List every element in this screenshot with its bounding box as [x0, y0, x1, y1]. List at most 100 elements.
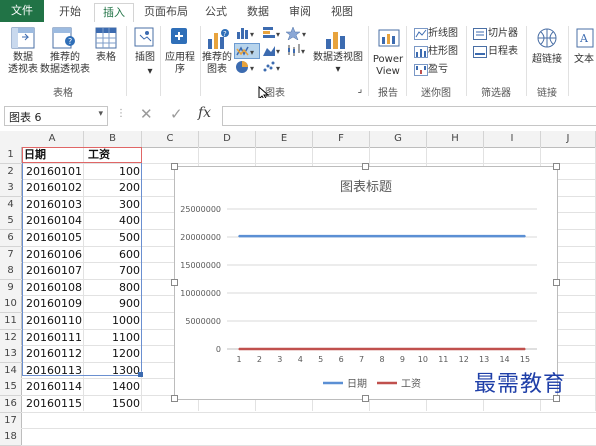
enter-icon[interactable]: ✓ [170, 105, 183, 123]
line-chart-icon[interactable]: ▾ [234, 43, 260, 59]
sparkline-winloss-button[interactable]: 盈亏 [428, 64, 462, 76]
column-header-c[interactable]: C [142, 131, 199, 148]
cancel-icon[interactable]: ✕ [140, 105, 153, 123]
select-all-corner[interactable] [0, 131, 22, 148]
stock-chart-icon[interactable]: ▾ [286, 43, 308, 60]
data-point [361, 348, 363, 350]
row-header-11[interactable]: 11 [0, 313, 22, 330]
tab-insert[interactable]: 插入 [94, 3, 134, 24]
tab-page-layout[interactable]: 页面布局 [140, 3, 192, 21]
name-box[interactable]: 图表 6 ▾ [4, 106, 108, 126]
tab-data[interactable]: 数据 [240, 3, 276, 21]
cell-a15[interactable]: 20160114 [22, 379, 82, 395]
data-point [299, 235, 301, 237]
recommended-pivot-button[interactable]: 推荐的数据透视表 [38, 52, 92, 76]
x-tick-label: 6 [339, 355, 344, 364]
data-point [504, 235, 506, 237]
pivot-chart-button[interactable]: 数据透视图 [310, 52, 366, 64]
row-header-13[interactable]: 13 [0, 346, 22, 363]
cell-b16[interactable]: 1500 [84, 396, 140, 412]
chart-resize-handle[interactable] [553, 163, 560, 170]
chart-resize-handle[interactable] [171, 163, 178, 170]
formula-input[interactable] [222, 106, 596, 126]
scatter-chart-icon[interactable]: ▾ [262, 60, 284, 77]
ribbon-separator [526, 26, 527, 96]
tab-formulas[interactable]: 公式 [198, 3, 234, 21]
x-tick-label: 8 [379, 355, 384, 364]
column-header-b[interactable]: B [84, 131, 142, 148]
text-button[interactable]: 文本 [572, 54, 596, 66]
hyperlink-button[interactable]: 超链接 [528, 54, 566, 66]
column-header-a[interactable]: A [21, 131, 84, 148]
area-chart-icon[interactable]: ▾ [262, 43, 284, 60]
chart-object[interactable]: 图表标题250000002000000015000000100000005000… [174, 166, 558, 400]
tab-review[interactable]: 审阅 [282, 3, 318, 21]
row-header-1[interactable]: 1 [0, 147, 22, 164]
data-point [340, 235, 342, 237]
pie-chart-icon[interactable]: ▾ [236, 60, 258, 77]
other-chart-icon[interactable]: ▾ [286, 26, 310, 43]
row-header-4[interactable]: 4 [0, 197, 22, 214]
timeline-icon [473, 46, 487, 61]
x-tick-label: 15 [520, 355, 530, 364]
apps-button[interactable]: 应用程序 [160, 52, 200, 76]
row-header-3[interactable]: 3 [0, 180, 22, 197]
apps-label-1: 应用程 [160, 52, 200, 64]
name-box-dropdown-icon[interactable]: ▾ [98, 109, 103, 119]
column-header-i[interactable]: I [484, 131, 541, 148]
tab-view[interactable]: 视图 [324, 3, 360, 21]
power-view-button[interactable]: PowerView [370, 54, 406, 78]
slicer-button[interactable]: 切片器 [488, 28, 522, 40]
chart-resize-handle[interactable] [171, 279, 178, 286]
dialog-launcher-icon[interactable]: ⌟ [356, 84, 364, 96]
sparkline-line-button[interactable]: 折线图 [428, 28, 462, 40]
illustrations-icon [134, 27, 154, 50]
column-header-d[interactable]: D [199, 131, 256, 148]
cell-b15[interactable]: 1400 [84, 379, 140, 395]
row-header-14[interactable]: 14 [0, 363, 22, 380]
chart-resize-handle[interactable] [171, 395, 178, 402]
row-header-17[interactable]: 17 [0, 413, 22, 430]
data-point [279, 235, 281, 237]
column-chart-icon[interactable]: ▾ [236, 26, 258, 43]
chart-resize-handle[interactable] [362, 163, 369, 170]
row-header-16[interactable]: 16 [0, 396, 22, 413]
chart-resize-handle[interactable] [553, 279, 560, 286]
svg-text:▾: ▾ [302, 30, 306, 39]
x-tick-label: 1 [236, 355, 241, 364]
svg-text:?: ? [68, 37, 72, 46]
recommended-charts-button[interactable]: 推荐的图表 [200, 52, 234, 76]
row-header-2[interactable]: 2 [0, 164, 22, 181]
row-header-18[interactable]: 18 [0, 429, 22, 446]
column-header-f[interactable]: F [313, 131, 370, 148]
row-header-5[interactable]: 5 [0, 213, 22, 230]
table-button[interactable]: 表格 [88, 52, 124, 64]
apps-icon [170, 27, 188, 48]
column-header-e[interactable]: E [256, 131, 313, 148]
column-header-h[interactable]: H [427, 131, 484, 148]
row-header-8[interactable]: 8 [0, 263, 22, 280]
data-point [238, 235, 240, 237]
row-header-6[interactable]: 6 [0, 230, 22, 247]
row-header-12[interactable]: 12 [0, 330, 22, 347]
column-header-g[interactable]: G [370, 131, 427, 148]
data-point [524, 235, 526, 237]
row-header-10[interactable]: 10 [0, 296, 22, 313]
row-header-7[interactable]: 7 [0, 247, 22, 264]
illustrations-button[interactable]: 插图 [130, 52, 160, 64]
tab-file[interactable]: 文件 [0, 0, 44, 22]
range-resize-handle[interactable] [138, 372, 143, 377]
insert-function-icon[interactable]: fx [198, 105, 211, 121]
ribbon-separator [406, 26, 407, 96]
y-tick-label: 20000000 [180, 233, 221, 242]
bar-chart-icon[interactable]: ▾ [262, 26, 284, 43]
tab-home[interactable]: 开始 [52, 3, 88, 21]
sparkline-column-button[interactable]: 柱形图 [428, 46, 462, 58]
timeline-button[interactable]: 日程表 [488, 46, 522, 58]
row-header-9[interactable]: 9 [0, 280, 22, 297]
chart-resize-handle[interactable] [362, 395, 369, 402]
group-label-sparklines: 迷你图 [416, 84, 456, 99]
cell-a16[interactable]: 20160115 [22, 396, 82, 412]
column-header-j[interactable]: J [541, 131, 596, 148]
row-header-15[interactable]: 15 [0, 379, 22, 396]
